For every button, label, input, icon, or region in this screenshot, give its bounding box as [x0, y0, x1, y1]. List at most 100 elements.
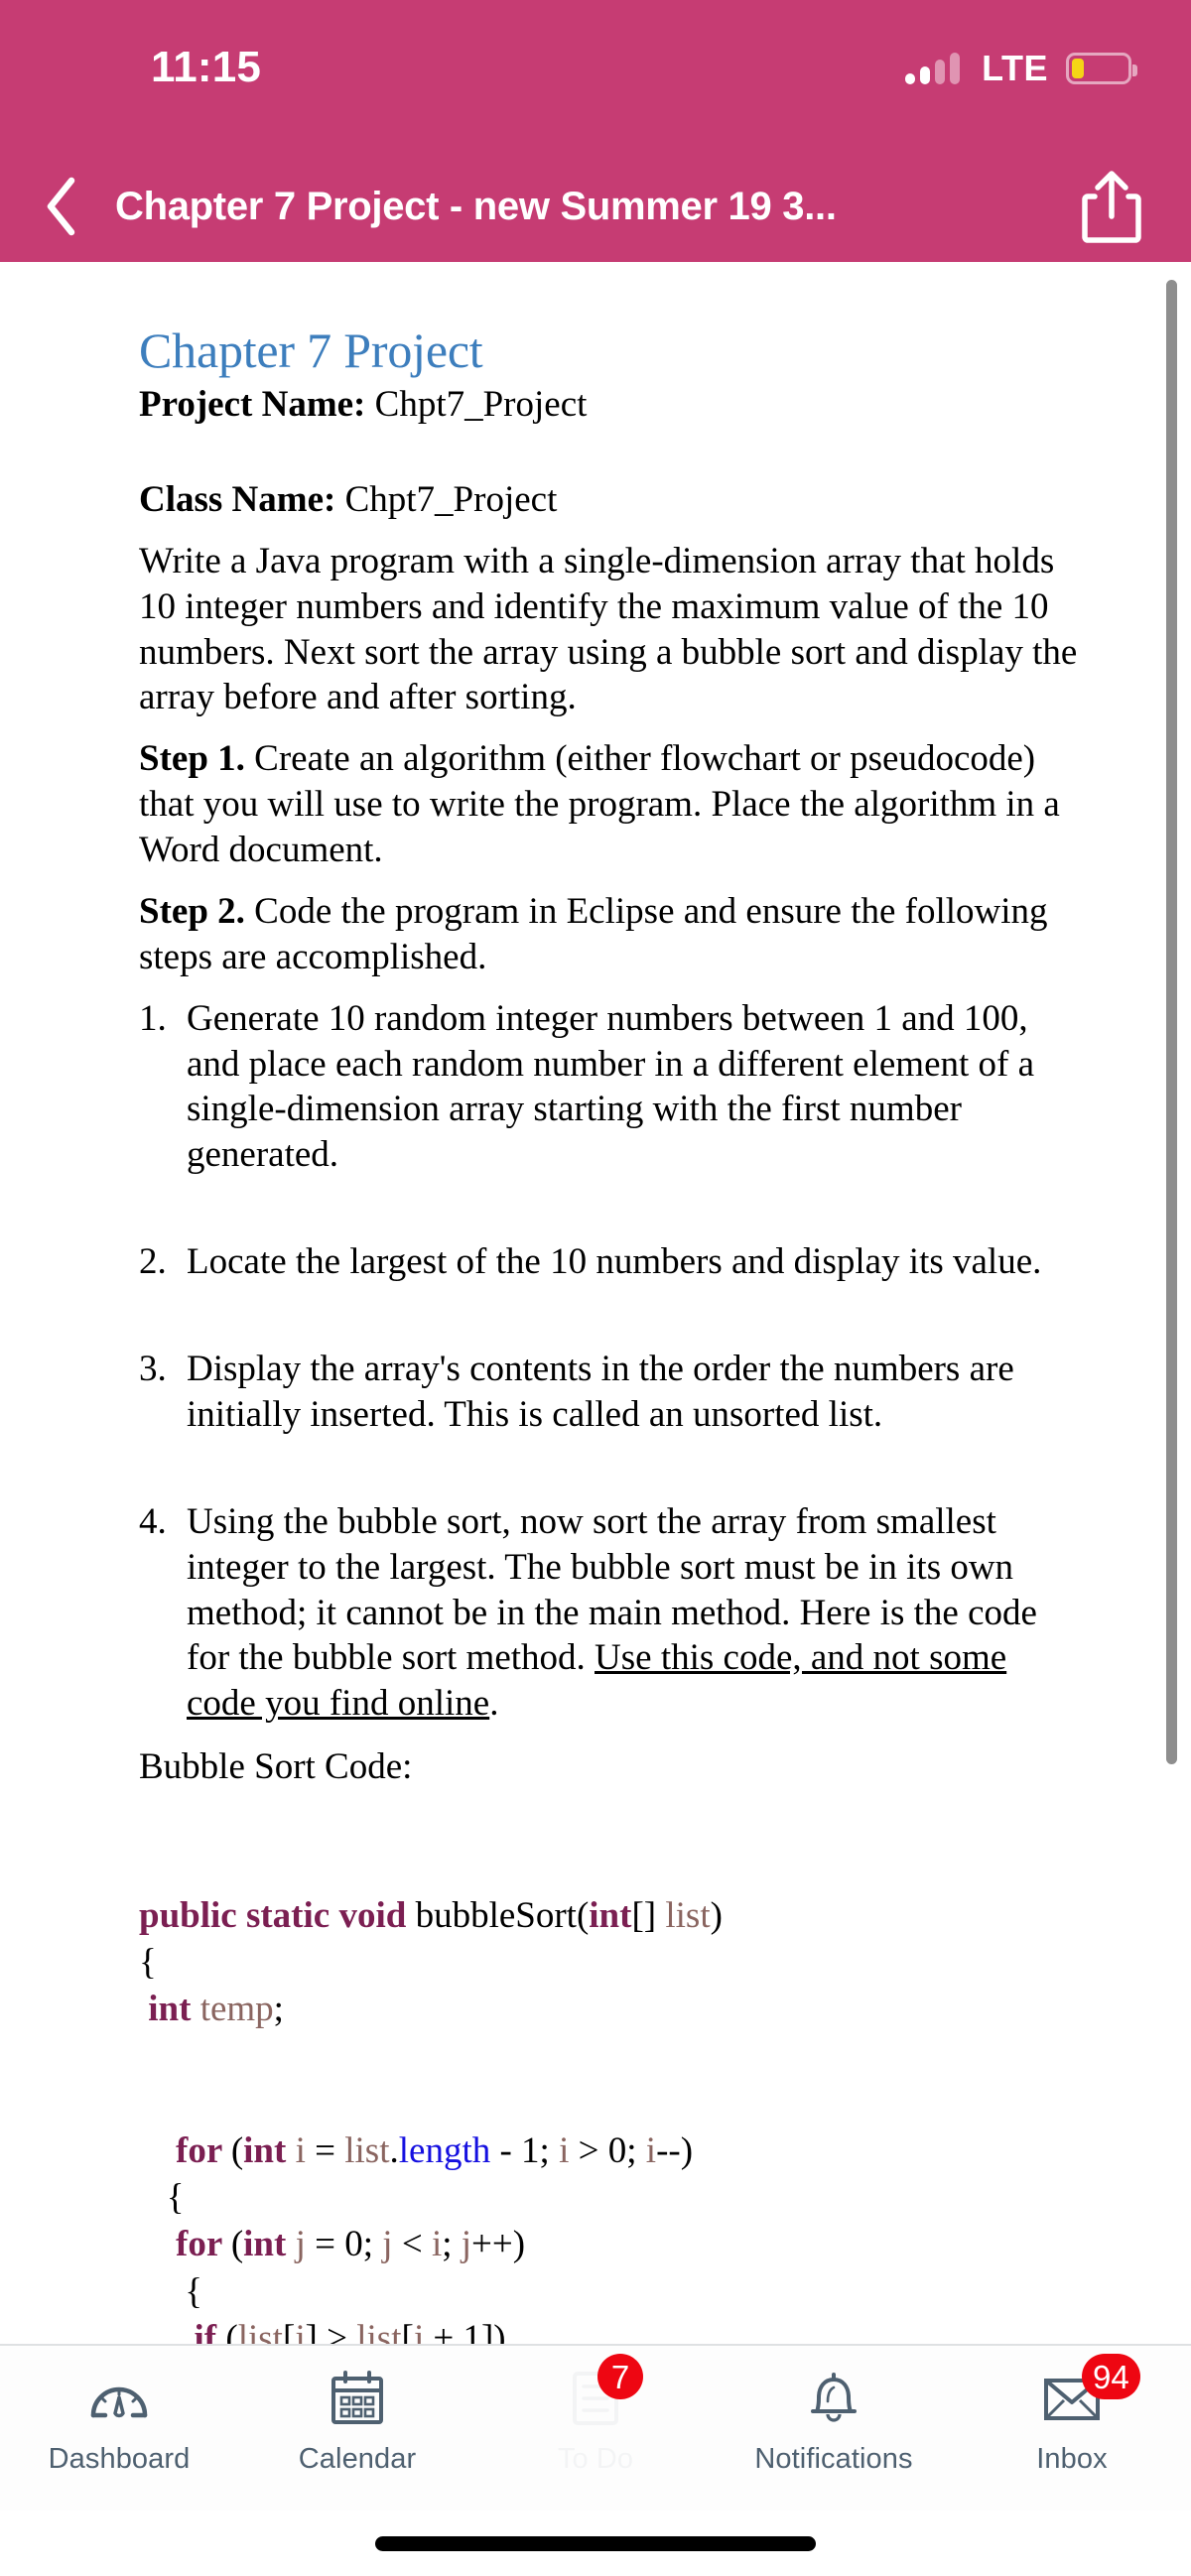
list-item: 4. Using the bubble sort, now sort the a… — [139, 1499, 1082, 1727]
tab-dashboard[interactable]: Dashboard — [0, 2346, 238, 2511]
code-token: [ — [401, 2317, 414, 2344]
navigation-bar: Chapter 7 Project - new Summer 19 3... — [0, 151, 1191, 262]
code-token: ; — [442, 2224, 462, 2265]
status-bar: 11:15 LTE — [0, 0, 1191, 151]
code-token: j — [295, 2317, 306, 2344]
status-bar-indicators: LTE — [905, 46, 1137, 91]
code-token: { — [139, 2270, 203, 2312]
cellular-signal-icon — [905, 53, 961, 84]
status-bar-clock: 11:15 — [151, 43, 262, 91]
back-button[interactable] — [30, 172, 91, 241]
document-heading: Chapter 7 Project — [139, 322, 483, 378]
share-up-icon — [1082, 171, 1141, 243]
code-token: if — [194, 2317, 226, 2344]
code-token: ) — [710, 1894, 723, 1936]
step-1-text: Create an algorithm (either flowchart or… — [139, 738, 1060, 870]
tab-todo[interactable]: 7 To Do — [476, 2346, 715, 2511]
home-indicator[interactable] — [375, 2535, 816, 2551]
code-token: list — [665, 1894, 711, 1936]
code-token: for — [176, 2129, 231, 2171]
list-item-text: Generate 10 random integer numbers betwe… — [187, 997, 1035, 1176]
list-item-number: 2. — [139, 1241, 167, 1283]
code-caption: Bubble Sort Code: — [139, 1746, 413, 1788]
code-token: list — [356, 2317, 402, 2344]
code-token: int — [589, 1894, 632, 1936]
code-token: int — [148, 1989, 200, 2030]
bottom-tab-bar: Dashboard Calendar 7 To Do Notifications… — [0, 2344, 1191, 2511]
step-2-label: Step 2. — [139, 890, 245, 932]
tab-notifications[interactable]: Notifications — [715, 2346, 953, 2511]
code-token: [] — [631, 1894, 666, 1936]
code-line: int temp; — [139, 1986, 1082, 2032]
code-token: for — [176, 2224, 231, 2265]
tab-label: Calendar — [298, 2443, 417, 2475]
list-spacer — [139, 1438, 1082, 1499]
code-token: + 1]) — [424, 2317, 506, 2344]
code-line: { — [139, 1939, 1082, 1986]
code-token: j — [295, 2224, 306, 2265]
class-name-line: Class Name: Chpt7_Project — [139, 477, 1082, 523]
list-item-text: Locate the largest of the 10 numbers and… — [187, 1241, 1042, 1283]
code-token: int — [243, 2129, 296, 2171]
list-item: 2. Locate the largest of the 10 numbers … — [139, 1239, 1082, 1285]
code-token: list — [344, 2129, 390, 2171]
home-indicator-area — [0, 2511, 1191, 2576]
list-spacer — [139, 1178, 1082, 1239]
code-token: ++) — [471, 2224, 526, 2265]
tab-label: Dashboard — [48, 2443, 191, 2475]
bubble-sort-code-block: public static void bubbleSort(int[] list… — [139, 1798, 1082, 2344]
phone-screen: 11:15 LTE Chapter 7 Project - new Summer… — [0, 0, 1191, 2576]
vertical-scrollbar[interactable] — [1166, 280, 1177, 1764]
list-item-text-after: . — [489, 1683, 499, 1725]
code-token: list — [237, 2317, 283, 2344]
document-viewer[interactable]: Chapter 7 Project Project Name: Chpt7_Pr… — [0, 262, 1191, 2344]
tab-label: To Do — [557, 2443, 634, 2475]
code-token: = — [305, 2129, 345, 2171]
network-type-label: LTE — [982, 48, 1048, 88]
project-name-value: Chpt7_Project — [374, 384, 588, 425]
todo-badge: 7 — [597, 2354, 643, 2399]
battery-icon — [1066, 53, 1137, 84]
code-token: = 0; — [305, 2224, 383, 2265]
code-token: ( — [230, 2224, 244, 2265]
page-title: Chapter 7 Project - new Summer 19 3... — [115, 184, 837, 228]
class-name-label: Class Name: — [139, 478, 336, 520]
code-token: . — [389, 2129, 399, 2171]
share-button[interactable] — [1080, 168, 1143, 245]
code-token: ] > — [305, 2317, 357, 2344]
tab-inbox[interactable]: 94 Inbox — [953, 2346, 1191, 2511]
code-token: - 1; — [490, 2129, 560, 2171]
project-name-line: Project Name: Chpt7_Project — [139, 382, 1082, 428]
code-token: temp — [199, 1989, 274, 2030]
list-item-number: 1. — [139, 997, 167, 1039]
step-2-paragraph: Step 2. Code the program in Eclipse and … — [139, 889, 1082, 980]
tab-label: Notifications — [754, 2443, 913, 2475]
code-line: { — [139, 2174, 1082, 2221]
code-line: for (int j = 0; j < i; j++) — [139, 2221, 1082, 2267]
inbox-badge: 94 — [1082, 2354, 1140, 2399]
code-token: i — [295, 2129, 306, 2171]
code-token: bubbleSort( — [415, 1894, 590, 1936]
list-item: 1. Generate 10 random integer numbers be… — [139, 996, 1082, 1179]
code-token: > 0; — [569, 2129, 646, 2171]
code-token: ( — [225, 2317, 238, 2344]
code-token: ; — [273, 1989, 284, 2030]
code-token: j — [382, 2224, 393, 2265]
chevron-left-icon — [47, 177, 75, 236]
list-item-number: 4. — [139, 1500, 167, 1542]
code-token: ( — [230, 2129, 244, 2171]
gauge-icon — [88, 2368, 150, 2429]
code-token: int — [243, 2224, 296, 2265]
code-token: public static void — [139, 1894, 416, 1936]
code-lines: public static void bubbleSort(int[] list… — [139, 1892, 1082, 2344]
code-token: length — [398, 2129, 491, 2171]
tab-calendar[interactable]: Calendar — [238, 2346, 476, 2511]
list-item-text: Display the array's contents in the orde… — [187, 1349, 1014, 1435]
tab-label: Inbox — [1036, 2443, 1108, 2475]
